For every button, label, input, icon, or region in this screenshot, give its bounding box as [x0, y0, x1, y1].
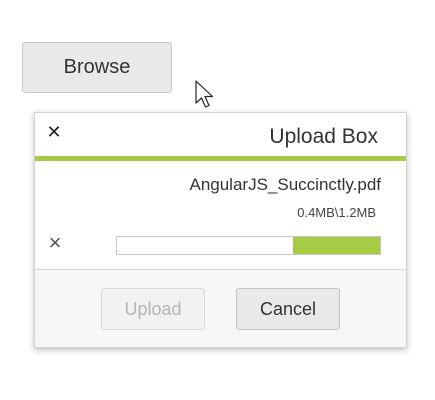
- file-size: 0.4MB\1.2MB: [297, 205, 376, 220]
- file-name: AngularJS_Succinctly.pdf: [189, 175, 381, 194]
- upload-dialog: ✕ Upload Box AngularJS_Succinctly.pdf 0.…: [34, 112, 407, 348]
- mouse-pointer-icon: [195, 80, 214, 108]
- remove-file-icon[interactable]: ×: [45, 232, 65, 254]
- browse-button[interactable]: Browse: [22, 42, 172, 93]
- close-icon[interactable]: ✕: [45, 122, 63, 142]
- cancel-button[interactable]: Cancel: [236, 288, 340, 330]
- upload-progress-fill: [293, 237, 380, 254]
- upload-dialog-title: Upload Box: [269, 125, 378, 148]
- upload-dialog-header: ✕ Upload Box: [35, 113, 406, 161]
- upload-progress-bar: [116, 236, 381, 255]
- upload-button[interactable]: Upload: [101, 288, 205, 330]
- upload-dialog-footer: Upload Cancel: [35, 269, 406, 347]
